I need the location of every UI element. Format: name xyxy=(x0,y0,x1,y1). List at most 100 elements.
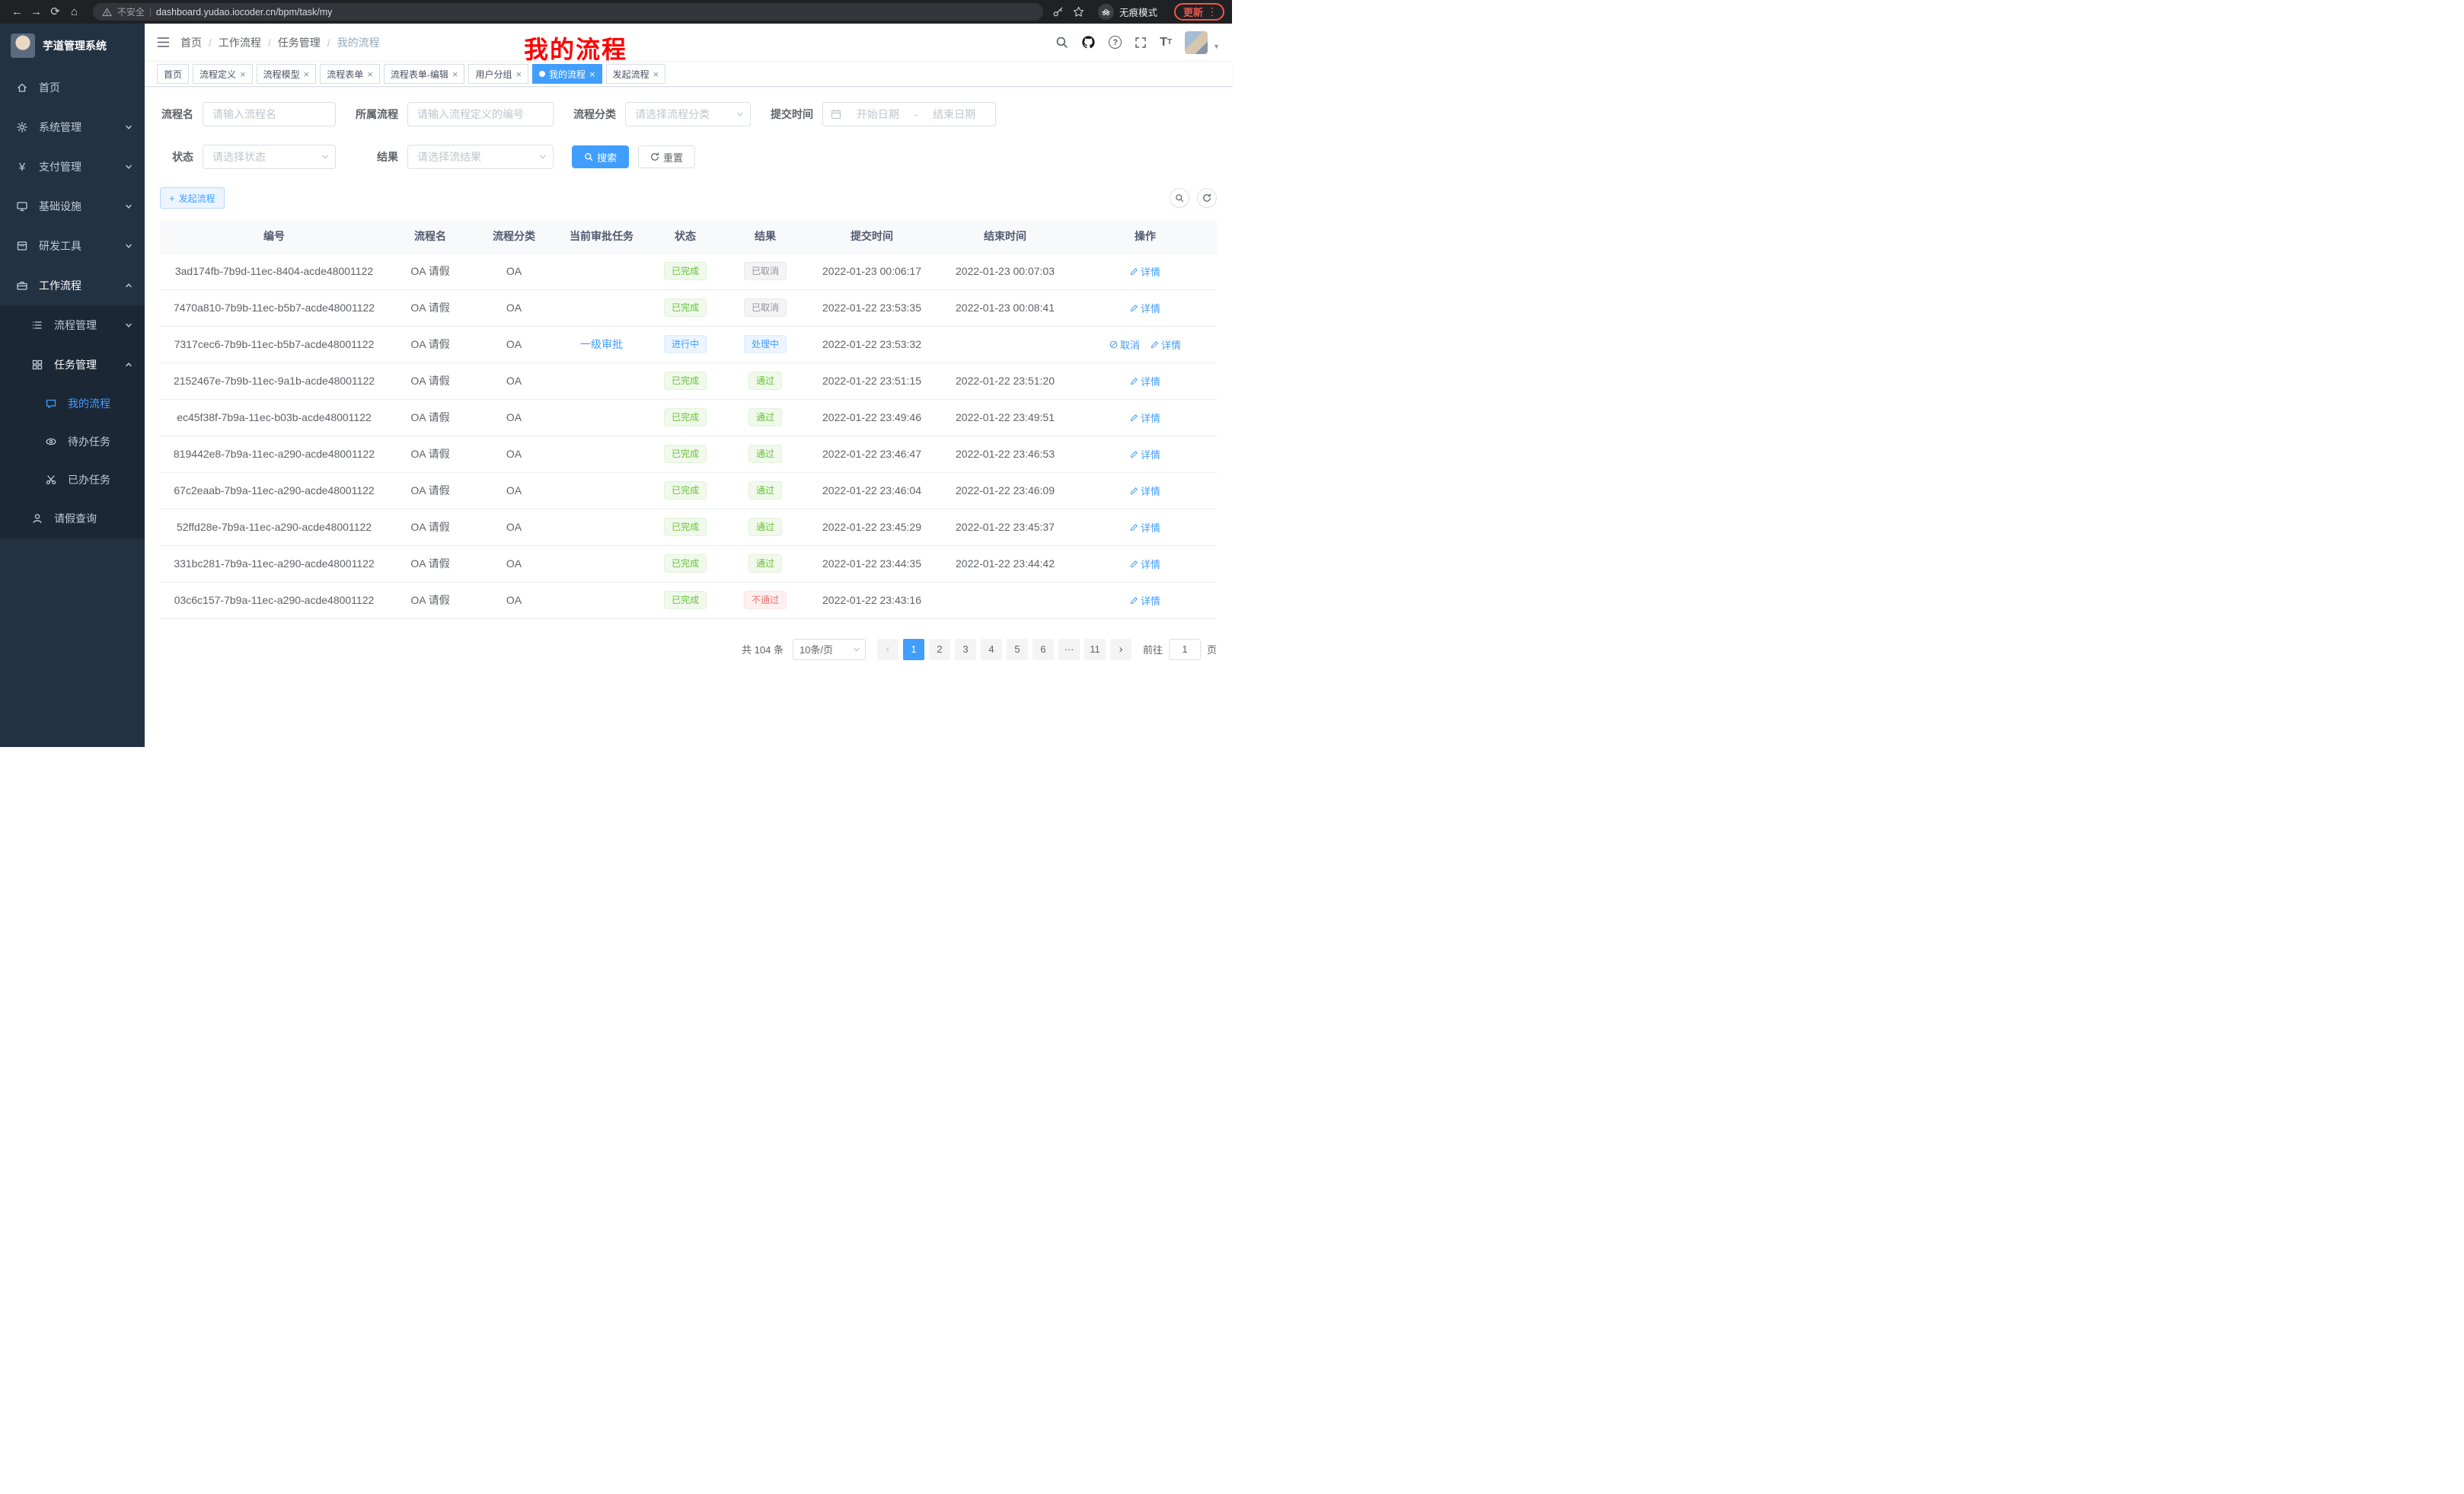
close-icon[interactable]: × xyxy=(589,69,595,79)
refresh-table-button[interactable] xyxy=(1197,188,1217,208)
hamburger-icon[interactable] xyxy=(157,37,170,48)
font-size-icon[interactable]: TT xyxy=(1160,37,1172,49)
page-number-4[interactable]: 4 xyxy=(981,639,1002,660)
breadcrumb-task-management[interactable]: 任务管理 xyxy=(278,35,321,50)
app-logo-image xyxy=(11,34,35,58)
detail-link[interactable]: 详情 xyxy=(1130,410,1160,425)
page-number-2[interactable]: 2 xyxy=(929,639,950,660)
detail-link[interactable]: 详情 xyxy=(1130,301,1160,315)
browser-reload-icon[interactable]: ⟳ xyxy=(46,0,65,24)
browser-menu-icon[interactable]: ⋮ xyxy=(1207,5,1218,18)
tab-process-model[interactable]: 流程模型× xyxy=(257,64,317,84)
detail-link[interactable]: 详情 xyxy=(1130,447,1160,461)
page-number-1[interactable]: 1 xyxy=(903,639,924,660)
sidebar-item-payment[interactable]: ¥ 支付管理 xyxy=(0,147,145,187)
cancel-link[interactable]: 取消 xyxy=(1109,337,1140,352)
detail-link[interactable]: 详情 xyxy=(1130,484,1160,498)
search-icon[interactable] xyxy=(1055,36,1068,49)
col-submit-time: 提交时间 xyxy=(807,219,937,253)
sidebar-item-todo-tasks[interactable]: 待办任务 xyxy=(0,423,145,461)
fullscreen-icon[interactable] xyxy=(1135,37,1147,49)
chevron-down-icon xyxy=(321,153,329,161)
page-number-11[interactable]: 11 xyxy=(1084,639,1106,660)
help-icon[interactable]: ? xyxy=(1109,36,1122,49)
detail-link[interactable]: 详情 xyxy=(1130,374,1160,388)
next-page-button[interactable]: › xyxy=(1110,639,1131,660)
github-icon[interactable] xyxy=(1081,35,1096,49)
close-icon[interactable]: × xyxy=(367,69,373,79)
caret-down-icon[interactable]: ▼ xyxy=(1213,43,1220,50)
user-icon xyxy=(30,512,44,525)
sidebar-item-leave-query[interactable]: 请假查询 xyxy=(0,499,145,538)
password-key-icon[interactable] xyxy=(1052,6,1064,18)
monitor-icon xyxy=(15,200,29,212)
submit-time-label: 提交时间 xyxy=(769,107,822,122)
sidebar-item-system[interactable]: 系统管理 xyxy=(0,107,145,147)
goto-page-input[interactable] xyxy=(1169,639,1201,660)
address-bar[interactable]: 不安全 dashboard.yudao.iocoder.cn/bpm/task/… xyxy=(93,3,1043,21)
sidebar-item-dev-tools[interactable]: 研发工具 xyxy=(0,226,145,266)
toggle-search-button[interactable] xyxy=(1170,188,1189,208)
status-select[interactable]: 请选择状态 xyxy=(203,145,336,169)
tab-user-group[interactable]: 用户分组× xyxy=(468,64,528,84)
page-number-6[interactable]: 6 xyxy=(1033,639,1054,660)
close-icon[interactable]: × xyxy=(653,69,659,79)
chevron-down-icon xyxy=(125,123,132,131)
tab-process-definition[interactable]: 流程定义× xyxy=(193,64,253,84)
process-name-input[interactable] xyxy=(203,102,336,126)
detail-link[interactable]: 详情 xyxy=(1151,337,1181,352)
user-avatar[interactable] xyxy=(1185,31,1208,54)
table-row: 67c2eaab-7b9a-11ec-a290-acde48001122 OA … xyxy=(160,472,1217,509)
detail-link[interactable]: 详情 xyxy=(1130,557,1160,571)
sidebar-item-home[interactable]: 首页 xyxy=(0,68,145,107)
pagination: 共 104 条 10条/页 ‹ 1 2 3 4 5 6 ··· 11 › 前往 xyxy=(160,639,1217,660)
browser-update-button[interactable]: 更新 ⋮ xyxy=(1174,3,1224,21)
page-number-5[interactable]: 5 xyxy=(1007,639,1028,660)
sidebar-item-infrastructure[interactable]: 基础设施 xyxy=(0,187,145,226)
result-select[interactable]: 请选择流结果 xyxy=(407,145,554,169)
main-area: 首页 / 工作流程 / 任务管理 / 我的流程 我的流程 ? xyxy=(145,24,1232,747)
page-size-select[interactable]: 10条/页 xyxy=(793,639,866,660)
reset-button[interactable]: 重置 xyxy=(638,145,695,168)
app-logo[interactable]: 芋道管理系统 xyxy=(0,24,145,68)
close-icon[interactable]: × xyxy=(240,69,246,79)
sidebar-item-workflow[interactable]: 工作流程 xyxy=(0,266,145,305)
detail-link[interactable]: 详情 xyxy=(1130,520,1160,535)
category-select[interactable]: 请选择流程分类 xyxy=(625,102,751,126)
status-badge: 已完成 xyxy=(664,554,707,573)
browser-back-icon[interactable]: ← xyxy=(8,0,27,24)
sidebar-item-done-tasks[interactable]: 已办任务 xyxy=(0,461,145,499)
sidebar-item-process-management[interactable]: 流程管理 xyxy=(0,305,145,345)
tab-process-form-edit[interactable]: 流程表单-编辑× xyxy=(384,64,465,84)
close-icon[interactable]: × xyxy=(452,69,458,79)
close-icon[interactable]: × xyxy=(304,69,310,79)
browser-forward-icon[interactable]: → xyxy=(27,0,46,24)
status-label: 状态 xyxy=(160,149,203,164)
close-icon[interactable]: × xyxy=(515,69,522,79)
process-def-input[interactable] xyxy=(407,102,554,126)
tab-start-process[interactable]: 发起流程× xyxy=(606,64,666,84)
breadcrumb-home[interactable]: 首页 xyxy=(180,35,202,50)
detail-link[interactable]: 详情 xyxy=(1130,593,1160,608)
page-number-3[interactable]: 3 xyxy=(955,639,976,660)
current-task-link[interactable]: 一级审批 xyxy=(580,338,623,350)
page-ellipsis[interactable]: ··· xyxy=(1058,639,1080,660)
browser-home-icon[interactable]: ⌂ xyxy=(65,0,84,24)
breadcrumb-current: 我的流程 xyxy=(337,35,380,50)
start-process-button[interactable]: + 发起流程 xyxy=(160,187,225,209)
sidebar-item-my-process[interactable]: 我的流程 xyxy=(0,385,145,423)
chevron-down-icon xyxy=(125,163,132,171)
tab-home[interactable]: 首页 xyxy=(157,64,189,84)
submit-time-range-picker[interactable]: 开始日期 - 结束日期 xyxy=(822,102,996,126)
search-button[interactable]: 搜索 xyxy=(572,145,629,168)
breadcrumb-workflow[interactable]: 工作流程 xyxy=(219,35,261,50)
status-badge: 已完成 xyxy=(664,262,707,280)
col-id: 编号 xyxy=(160,219,388,253)
detail-link[interactable]: 详情 xyxy=(1130,264,1160,279)
tab-my-process[interactable]: 我的流程× xyxy=(532,64,602,84)
prev-page-button[interactable]: ‹ xyxy=(877,639,898,660)
tab-process-form[interactable]: 流程表单× xyxy=(320,64,380,84)
sidebar-item-task-management[interactable]: 任务管理 xyxy=(0,345,145,385)
end-date-placeholder: 结束日期 xyxy=(921,107,988,122)
bookmark-star-icon[interactable] xyxy=(1073,6,1084,18)
